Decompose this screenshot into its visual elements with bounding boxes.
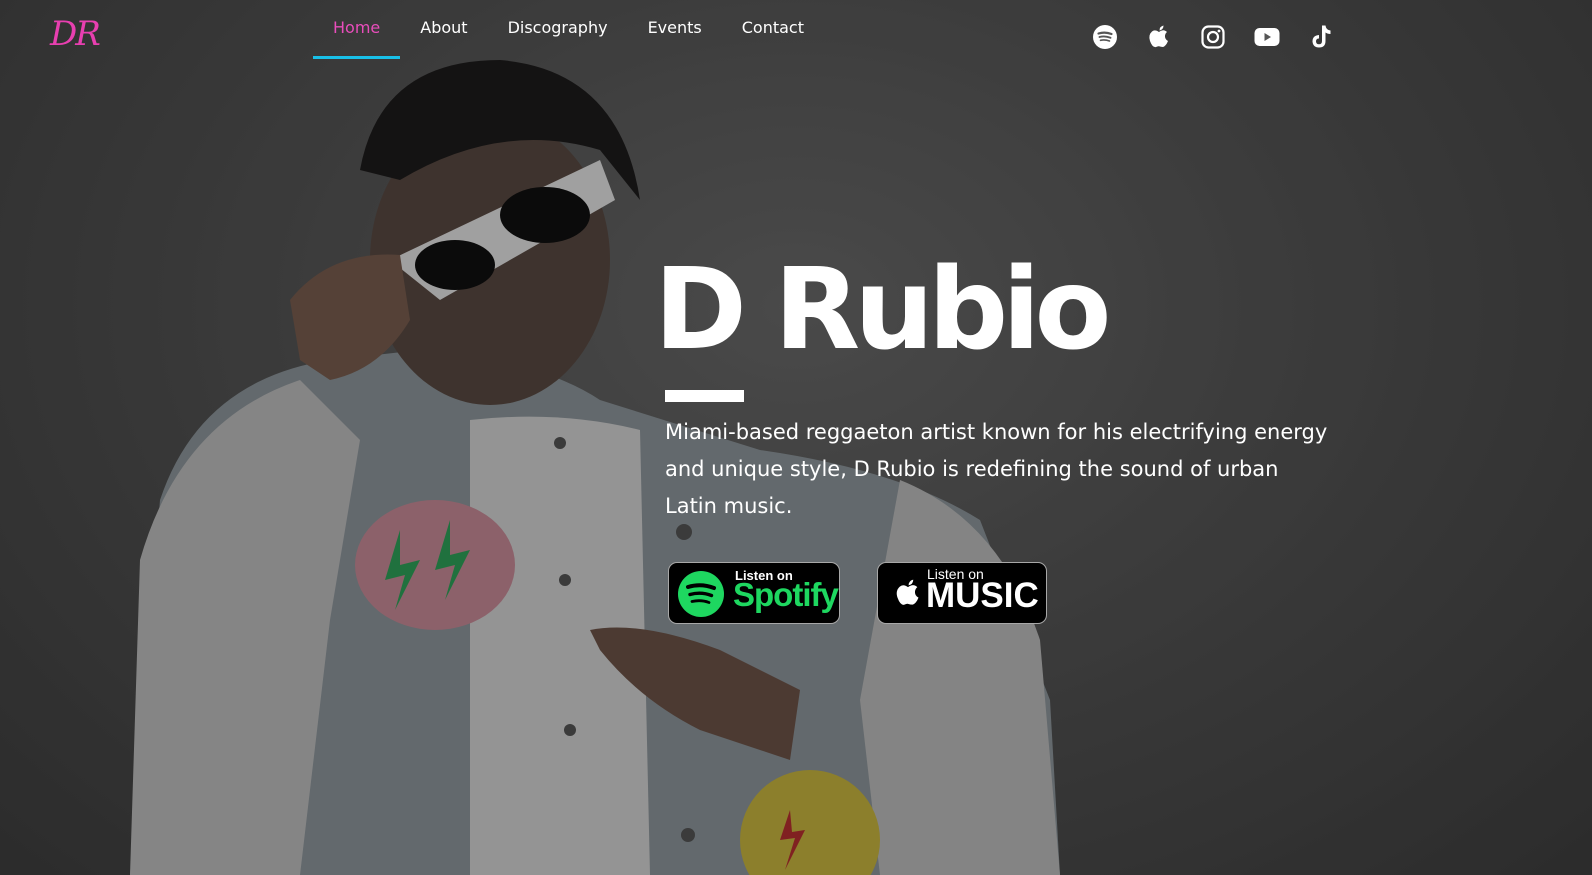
tiktok-icon[interactable] <box>1306 22 1336 52</box>
apple-logo-icon <box>896 579 919 605</box>
spotify-logo-icon <box>678 571 724 617</box>
main-nav: Home About Discography Events Contact <box>313 0 824 60</box>
apple-icon[interactable] <box>1144 22 1174 52</box>
top-navbar: DR Home About Discography Events Contact <box>0 0 1592 70</box>
spotify-icon[interactable] <box>1090 22 1120 52</box>
nav-link-contact[interactable]: Contact <box>722 0 824 60</box>
nav-link-discography[interactable]: Discography <box>488 0 628 60</box>
social-links <box>1090 22 1336 52</box>
artist-name-heading: D Rubio <box>654 245 1111 375</box>
site-logo[interactable]: DR <box>50 14 101 54</box>
nav-link-events[interactable]: Events <box>628 0 722 60</box>
title-underline-bar <box>665 390 744 402</box>
listen-on-spotify-button[interactable]: Listen on Spotify <box>668 562 840 624</box>
youtube-icon[interactable] <box>1252 22 1282 52</box>
nav-link-home[interactable]: Home <box>313 0 401 60</box>
listen-on-apple-music-button[interactable]: Listen on MUSIC <box>877 562 1047 624</box>
apple-badge-label: MUSIC <box>926 576 1039 615</box>
spotify-badge-label: Spotify <box>733 576 839 613</box>
instagram-icon[interactable] <box>1198 22 1228 52</box>
nav-link-about[interactable]: About <box>400 0 487 60</box>
artist-description: Miami-based reggaeton artist known for h… <box>665 420 1328 518</box>
